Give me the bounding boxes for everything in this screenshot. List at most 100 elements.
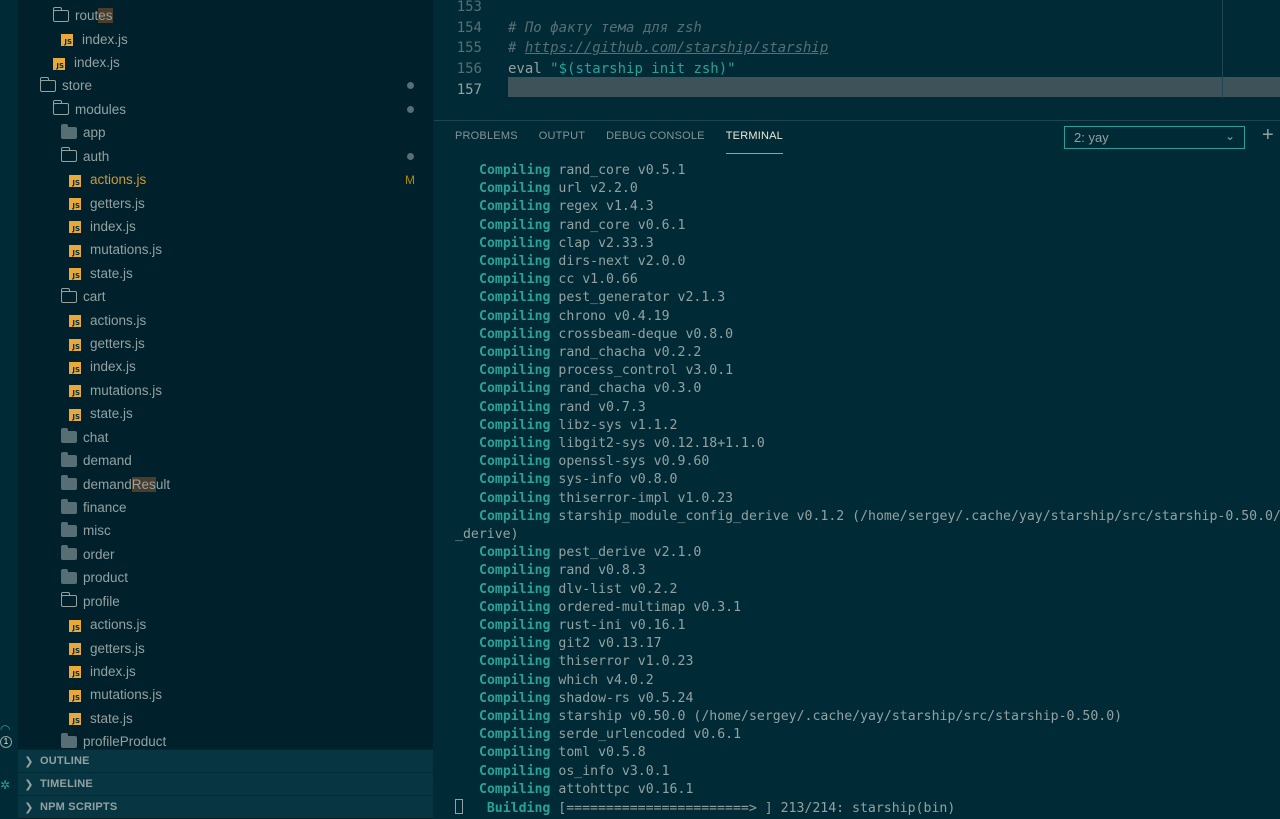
code-token: # По факту тема для zsh <box>508 19 702 36</box>
code-line[interactable]: 153 <box>434 0 1280 18</box>
folder-item[interactable]: auth <box>18 145 433 168</box>
file-item[interactable]: JS state.js <box>18 262 433 285</box>
folder-item[interactable]: demand <box>18 449 433 472</box>
file-item[interactable]: JS mutations.js <box>18 683 433 706</box>
file-item[interactable]: JS state.js <box>18 707 433 730</box>
file-item[interactable]: JS index.js <box>18 215 433 238</box>
outline-section[interactable]: ❯ OUTLINE <box>18 749 433 772</box>
file-item[interactable]: JS actions.js <box>18 613 433 636</box>
folder-icon <box>61 545 77 561</box>
tree-item-label: getters.js <box>90 640 145 656</box>
folder-item[interactable]: app <box>18 121 433 144</box>
crate-name: cc v1.0.66 <box>558 272 638 288</box>
compiling-keyword: Compiling <box>479 345 559 360</box>
crate-name: thiserror v1.0.23 <box>558 654 694 670</box>
folder-item[interactable]: order <box>18 543 433 566</box>
tree-item-label: index.js <box>74 55 120 71</box>
terminal-line: Compiling url v2.2.0 <box>479 180 638 198</box>
folder-item[interactable]: misc <box>18 519 433 542</box>
line-number: 154 <box>456 19 482 36</box>
js-file-icon: JS <box>69 221 81 234</box>
code-editor[interactable]: 153 154 # По факту тема для zsh 155 # https:… <box>434 0 1280 120</box>
file-item[interactable]: JS getters.js <box>18 332 433 355</box>
folder-item[interactable]: product <box>18 566 433 589</box>
terminal-line: Compiling rand_core v0.6.1 <box>479 217 685 235</box>
file-item[interactable]: JS index.js <box>18 27 433 50</box>
terminal-line: Compiling rand v0.7.3 <box>479 399 646 417</box>
file-item[interactable]: JS actions.js M <box>18 168 433 191</box>
terminal-output[interactable]: Compiling rand_core v0.5.1 Compiling url … <box>434 162 1280 819</box>
file-tree: routes JS index.js JS index.js store modules ap… <box>18 4 433 750</box>
folder-item[interactable]: cart <box>18 285 433 308</box>
file-item[interactable]: JS state.js <box>18 402 433 425</box>
folder-item[interactable]: finance <box>18 496 433 519</box>
compiling-keyword: Compiling <box>479 690 559 706</box>
crate-name: openssl-sys v0.9.60 <box>558 454 710 470</box>
tab-output[interactable]: OUTPUT <box>539 121 585 154</box>
terminal-line: Compiling git2 v0.13.17 <box>479 635 662 653</box>
tree-item-label: demand <box>83 453 132 469</box>
tab-debug-console[interactable]: DEBUG CONSOLE <box>606 121 705 154</box>
folder-open-icon <box>60 592 77 608</box>
tree-item-label: misc <box>83 523 111 539</box>
file-item[interactable]: JS getters.js <box>18 636 433 659</box>
code-line[interactable]: 155 # https://github.com/starship/starshi… <box>434 38 1280 59</box>
compiling-keyword: Compiling <box>479 472 559 488</box>
folder-icon <box>61 475 77 491</box>
code-text: eval "$(starship init zsh)" <box>508 61 736 77</box>
crate-name: sys-info v0.8.0 <box>558 472 678 488</box>
npm-scripts-section[interactable]: ❯ NPM SCRIPTS <box>18 795 433 818</box>
folder-item[interactable]: store <box>18 74 433 97</box>
compiling-keyword: Compiling <box>479 745 559 761</box>
tree-item-label: actions.js <box>90 617 147 633</box>
folder-open-icon <box>39 76 56 92</box>
terminal-line: Compiling os_info v3.0.1 <box>479 763 670 781</box>
folder-item[interactable]: routes <box>18 4 433 27</box>
js-file-icon: JS <box>69 666 81 679</box>
new-terminal-button[interactable]: + <box>1262 124 1274 147</box>
tab-terminal[interactable]: TERMINAL <box>725 121 783 154</box>
folder-item[interactable]: profileProduct <box>18 730 433 750</box>
settings-gear-icon[interactable]: ✲ <box>0 778 12 796</box>
terminal-cursor <box>455 799 463 814</box>
terminal-select[interactable]: 2: yay ⌄ <box>1064 126 1245 149</box>
tab-problems[interactable]: PROBLEMS <box>455 121 518 154</box>
crate-name: rand_chacha v0.3.0 <box>558 381 702 397</box>
folder-item[interactable]: chat <box>18 426 433 449</box>
file-item[interactable]: JS index.js <box>18 660 433 683</box>
folder-icon <box>61 521 77 537</box>
file-item[interactable]: JS actions.js <box>18 308 433 331</box>
timeline-section[interactable]: ❯ TIMELINE <box>18 772 433 795</box>
terminal-line: Compiling chrono v0.4.19 <box>479 308 670 326</box>
crate-name: rand_core v0.5.1 <box>558 163 686 178</box>
timeline-section-title: TIMELINE <box>40 778 93 790</box>
line-number: 155 <box>456 40 482 57</box>
folder-icon <box>61 568 77 584</box>
chevron-right-icon: ❯ <box>24 755 34 768</box>
js-file-icon: JS <box>69 689 81 702</box>
terminal-line: Compiling clap v2.33.3 <box>479 235 654 253</box>
terminal-line: Compiling crossbeam-deque v0.8.0 <box>479 326 733 344</box>
folder-item[interactable]: demandResult <box>18 472 433 495</box>
code-line[interactable]: 156 eval "$(starship init zsh)" <box>434 59 1280 80</box>
tree-item-label: index.js <box>90 663 136 679</box>
file-item[interactable]: JS index.js <box>18 51 433 74</box>
js-file-icon: JS <box>53 57 65 70</box>
folder-item[interactable]: profile <box>18 590 433 613</box>
crate-name: pest_generator v2.1.3 <box>558 290 726 306</box>
compiling-keyword: Compiling <box>479 217 559 233</box>
code-line[interactable]: 157 <box>434 79 1280 100</box>
folder-open-icon <box>60 287 77 303</box>
folder-item[interactable]: modules <box>18 98 433 121</box>
activity-bar: ◠ 1 ✲ <box>0 0 18 819</box>
js-file-icon: JS <box>69 315 81 328</box>
npm-scripts-section-title: NPM SCRIPTS <box>40 801 118 813</box>
file-item[interactable]: JS getters.js <box>18 191 433 214</box>
file-item[interactable]: JS mutations.js <box>18 238 433 261</box>
tree-item-label: index.js <box>90 359 136 375</box>
code-line[interactable]: 154 # По факту тема для zsh <box>434 18 1280 39</box>
file-item[interactable]: JS mutations.js <box>18 379 433 402</box>
folder-icon <box>61 428 77 444</box>
file-item[interactable]: JS index.js <box>18 355 433 378</box>
crate-name: rand_core v0.6.1 <box>558 217 686 233</box>
